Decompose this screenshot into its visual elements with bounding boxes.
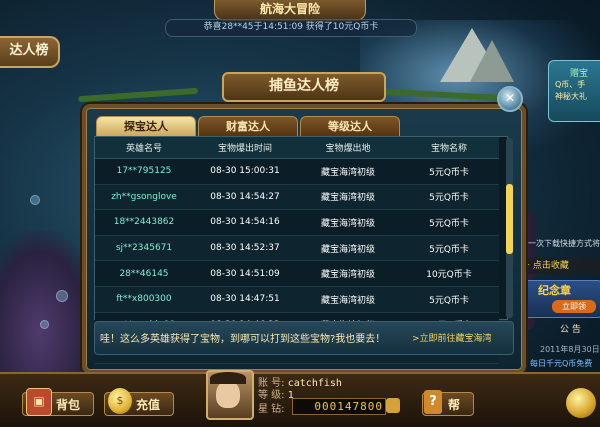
game-title: 航海大冒险	[214, 0, 366, 21]
dialog-title: 捕鱼达人榜	[222, 72, 386, 102]
close-button[interactable]: ✕	[497, 86, 523, 112]
drop-place: 藏宝海湾初级	[297, 260, 399, 287]
coins-add-icon[interactable]	[386, 398, 400, 413]
question-mark-icon: ?	[424, 390, 442, 414]
coins-row: 星 钻:	[258, 400, 285, 415]
background-pyramid-small	[470, 40, 514, 82]
account-value: catchfish	[287, 378, 342, 389]
drop-time: 08-30 14:47:51	[193, 286, 297, 313]
coins-label: 星 钻:	[258, 404, 285, 415]
drop-place: 藏宝海湾初级	[297, 184, 399, 211]
item-name: 5元Q币卡	[399, 184, 499, 211]
drop-time: 08-30 14:52:37	[193, 235, 297, 262]
gold-coin-decoration	[566, 388, 596, 418]
table-row: ft**x800300 08-30 14:47:51 藏宝海湾初级 5元Q币卡	[95, 286, 499, 313]
gift-panel-line2: 神秘大礼	[555, 92, 587, 101]
table-row: 28**46145 08-30 14:51:09 藏宝海湾初级 10元Q币卡	[95, 260, 499, 287]
column-header-place: 宝物爆出地	[297, 137, 399, 159]
announcement-ticker: 恭喜28**45于14:51:09 获得了10元Q币卡	[165, 19, 417, 37]
pirate-hat-icon	[210, 372, 246, 384]
recharge-label: 充值	[136, 398, 161, 412]
table-header-row: 英雄名号 宝物爆出时间 宝物爆出地 宝物名称	[95, 137, 499, 159]
table-row: 17**795125 08-30 15:00:31 藏宝海湾初级 5元Q币卡	[95, 158, 499, 185]
tab-level-masters[interactable]: 等级达人	[300, 116, 400, 137]
table-row: sj**2345671 08-30 14:52:37 藏宝海湾初级 5元Q币卡	[95, 235, 499, 262]
drop-time: 08-30 14:54:27	[193, 184, 297, 211]
hero-name: zh**gsonglove	[95, 184, 193, 211]
go-to-treasure-bay-link[interactable]: >立即前往藏宝海湾	[412, 331, 492, 344]
drop-time: 08-30 14:54:16	[193, 209, 297, 236]
news-item-date[interactable]: 2011年8月30日	[540, 344, 600, 355]
table-row: zh**gsonglove 08-30 14:54:27 藏宝海湾初级 5元Q币…	[95, 184, 499, 211]
gift-panel[interactable]: 赠宝 Q币、手 神秘大礼	[548, 60, 600, 122]
hero-name: 28**46145	[95, 260, 193, 287]
gift-panel-line1: Q币、手	[555, 80, 586, 89]
favorites-link[interactable]: ★ 点击收藏	[522, 258, 600, 274]
notice-heading: 公 告	[560, 325, 581, 335]
promo-title: 纪念章	[538, 284, 571, 297]
item-name: 5元Q币卡	[399, 209, 499, 236]
help-label: 帮	[448, 398, 461, 412]
drop-place: 藏宝海湾初级	[297, 209, 399, 236]
bubble	[56, 290, 68, 302]
table-scrollbar-thumb[interactable]	[506, 184, 513, 254]
leaderboard-sign[interactable]: 达人榜	[0, 36, 60, 68]
item-name: 10元Q币卡	[399, 260, 499, 287]
hero-name: sj**2345671	[95, 235, 193, 262]
news-item-promo[interactable]: 每日千元Q币免费	[530, 358, 592, 369]
hero-name: 17**795125	[95, 158, 193, 185]
hero-name: ft**x800300	[95, 286, 193, 313]
tab-treasure-masters[interactable]: 探宝达人	[96, 116, 196, 137]
drop-time: 08-30 15:00:31	[193, 158, 297, 185]
table-row: 18**2443862 08-30 14:54:16 藏宝海湾初级 5元Q币卡	[95, 209, 499, 236]
promo-claim-button[interactable]: 立即领	[552, 300, 596, 313]
shortcut-hint[interactable]: 一次下载快捷方式将	[528, 238, 600, 249]
column-header-hero: 英雄名号	[95, 137, 193, 159]
item-name: 5元Q币卡	[399, 286, 499, 313]
bag-label: 背包	[56, 398, 81, 412]
hero-name: 18**2443862	[95, 209, 193, 236]
drop-time: 08-30 14:51:09	[193, 260, 297, 287]
gift-panel-title: 赠宝	[569, 69, 588, 79]
column-header-item: 宝物名称	[399, 137, 499, 159]
drop-place: 藏宝海湾初级	[297, 158, 399, 185]
footer-message: 哇！这么多英雄获得了宝物，到哪可以打到这些宝物?我也要去！	[100, 334, 386, 345]
item-name: 5元Q币卡	[399, 158, 499, 185]
vine-decoration	[77, 87, 199, 103]
coins-counter: 000147800	[292, 398, 386, 415]
drop-place: 藏宝海湾初级	[297, 286, 399, 313]
column-header-time: 宝物爆出时间	[193, 137, 297, 159]
tab-wealth-masters[interactable]: 财富达人	[198, 116, 298, 137]
level-row: 等 级: 1	[258, 386, 294, 401]
avatar-face	[216, 380, 240, 408]
bubble	[40, 320, 49, 329]
item-name: 5元Q币卡	[399, 235, 499, 262]
bubble	[30, 195, 40, 205]
leaderboard-table-container: 英雄名号 宝物爆出时间 宝物爆出地 宝物名称 17**795125 08-30 …	[94, 136, 508, 364]
coin-icon: $	[108, 388, 132, 414]
treasure-chest-icon: ▣	[26, 388, 52, 416]
drop-place: 藏宝海湾初级	[297, 235, 399, 262]
